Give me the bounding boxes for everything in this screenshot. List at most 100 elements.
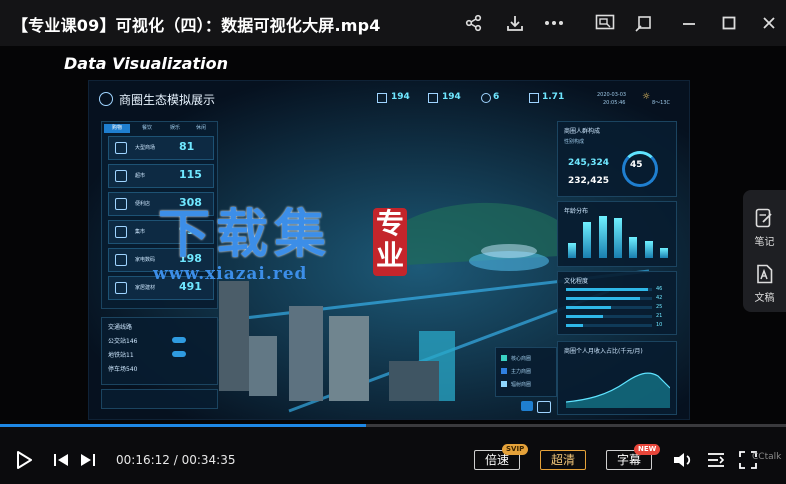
power-icon <box>99 92 113 106</box>
chart-icon <box>529 93 539 103</box>
transcript-button[interactable]: 文稿 <box>743 252 786 308</box>
category-label: 便利店 <box>135 201 151 207</box>
education-bar <box>566 297 652 300</box>
people-icon <box>428 93 438 103</box>
traffic-bus: 公交站146 <box>108 338 138 345</box>
share-icon[interactable] <box>463 12 485 34</box>
tab-entertainment[interactable]: 娱乐 <box>162 124 188 133</box>
dashboard-title: 商圈生态模拟展示 <box>119 93 216 107</box>
minimize-icon[interactable] <box>678 12 700 34</box>
income-area-chart <box>566 372 670 408</box>
view-mode-button[interactable] <box>521 401 533 411</box>
playback-time: 00:16:12 / 00:34:35 <box>116 453 236 467</box>
population-title: 商圈人群构成 <box>564 128 601 135</box>
video-overlay-label: Data Visualization <box>64 54 228 73</box>
legend-radiate: 辐射商圈 <box>511 382 532 388</box>
skip-forward-icon <box>81 454 95 466</box>
furniture-icon <box>115 282 127 294</box>
traffic-parking: 停车场540 <box>108 366 138 373</box>
legend-swatch <box>501 355 507 361</box>
stat-value: 194 <box>391 92 410 102</box>
category-value: 81 <box>179 140 195 153</box>
watermark-text: 下载集 <box>158 204 333 265</box>
note-icon <box>755 208 772 228</box>
category-label: 家电数码 <box>135 257 156 263</box>
brand-logo: CCtalk <box>752 452 782 462</box>
video-title: 【专业课09】可视化（四）：数据可视化大屏.mp4 <box>12 16 381 35</box>
view-mode-button[interactable] <box>537 401 551 413</box>
category-row[interactable]: 超市 115 <box>108 164 214 188</box>
traffic-panel: 交通线路 公交站146 地铁站11 停车场540 <box>101 317 218 385</box>
recycle-icon <box>115 142 127 154</box>
transcript-icon <box>757 264 773 284</box>
education-value: 46 <box>656 286 663 292</box>
cart-icon <box>115 170 127 182</box>
watermark-seal: 专 业 <box>373 208 407 276</box>
education-bar <box>566 324 652 327</box>
traffic-subway: 地铁站11 <box>108 352 134 359</box>
play-button[interactable] <box>14 450 34 470</box>
income-panel: 商圈个人月收入占比(千元/月) <box>557 341 677 415</box>
tab-leisure[interactable]: 休闲 <box>188 124 214 133</box>
female-count: 232,425 <box>568 176 609 186</box>
education-bar <box>566 288 652 291</box>
side-toolbar: 笔记 文稿 <box>743 190 786 312</box>
volume-button[interactable] <box>672 450 694 470</box>
age-bar <box>660 247 668 258</box>
svip-badge: SVIP <box>502 444 529 455</box>
seal-char: 专 <box>375 207 404 240</box>
age-bar <box>629 237 638 258</box>
notes-button[interactable]: 笔记 <box>743 196 786 252</box>
category-value: 115 <box>179 168 202 181</box>
maximize-icon[interactable] <box>718 12 740 34</box>
age-title: 年龄分布 <box>564 208 589 215</box>
appliance-icon <box>115 254 127 266</box>
store-icon <box>115 198 127 210</box>
quality-button[interactable]: 超清 <box>540 450 586 470</box>
education-panel: 文化程度 46 42 25 21 10 <box>557 271 677 335</box>
toggle-switch[interactable] <box>172 351 186 357</box>
education-bar-fill <box>566 324 584 327</box>
stat-value: 1.71 <box>542 92 565 102</box>
map-pin-icon <box>481 93 491 103</box>
previous-button[interactable] <box>52 451 70 469</box>
next-button[interactable] <box>79 451 97 469</box>
age-bar <box>598 216 607 258</box>
education-value: 42 <box>656 295 663 301</box>
age-bar <box>583 222 592 258</box>
weather-temp: 8～13C <box>652 100 671 106</box>
playlist-button[interactable] <box>706 450 726 470</box>
watermark-url: www.xiazai.red <box>153 264 308 284</box>
tab-shopping[interactable]: 购物 <box>104 124 130 133</box>
education-bar <box>566 315 652 318</box>
age-panel: 年龄分布 <box>557 201 677 267</box>
gender-title: 性别构成 <box>564 139 585 145</box>
playlist-icon <box>708 453 725 467</box>
volume-icon <box>674 453 691 467</box>
note-panel <box>101 389 218 409</box>
download-icon[interactable] <box>504 12 526 34</box>
toggle-switch[interactable] <box>172 337 186 343</box>
education-value: 25 <box>656 304 663 310</box>
education-bar-fill <box>566 315 603 318</box>
male-count: 245,324 <box>568 158 609 168</box>
close-icon[interactable] <box>758 12 780 34</box>
traffic-title: 交通线路 <box>108 324 133 331</box>
weather-icon: ☼ <box>642 92 651 102</box>
tab-dining[interactable]: 餐饮 <box>134 124 160 133</box>
skip-back-icon <box>54 454 68 466</box>
category-label: 超市 <box>135 173 146 179</box>
education-title: 文化程度 <box>564 278 589 285</box>
legend-swatch <box>501 368 507 374</box>
more-icon[interactable] <box>543 12 565 34</box>
category-row[interactable]: 大型商场 81 <box>108 136 214 160</box>
education-bar <box>566 306 652 309</box>
mini-window-icon[interactable] <box>594 12 616 34</box>
income-title: 商圈个人月收入占比(千元/月) <box>564 348 643 355</box>
pin-window-icon[interactable] <box>633 12 655 34</box>
education-bar-fill <box>566 288 648 291</box>
dashboard-date: 2020-03-03 <box>597 92 627 98</box>
building-icon <box>377 93 387 103</box>
population-panel: 商圈人群构成 性别构成 245,324 232,425 45 <box>557 121 677 197</box>
education-value: 10 <box>656 322 663 328</box>
